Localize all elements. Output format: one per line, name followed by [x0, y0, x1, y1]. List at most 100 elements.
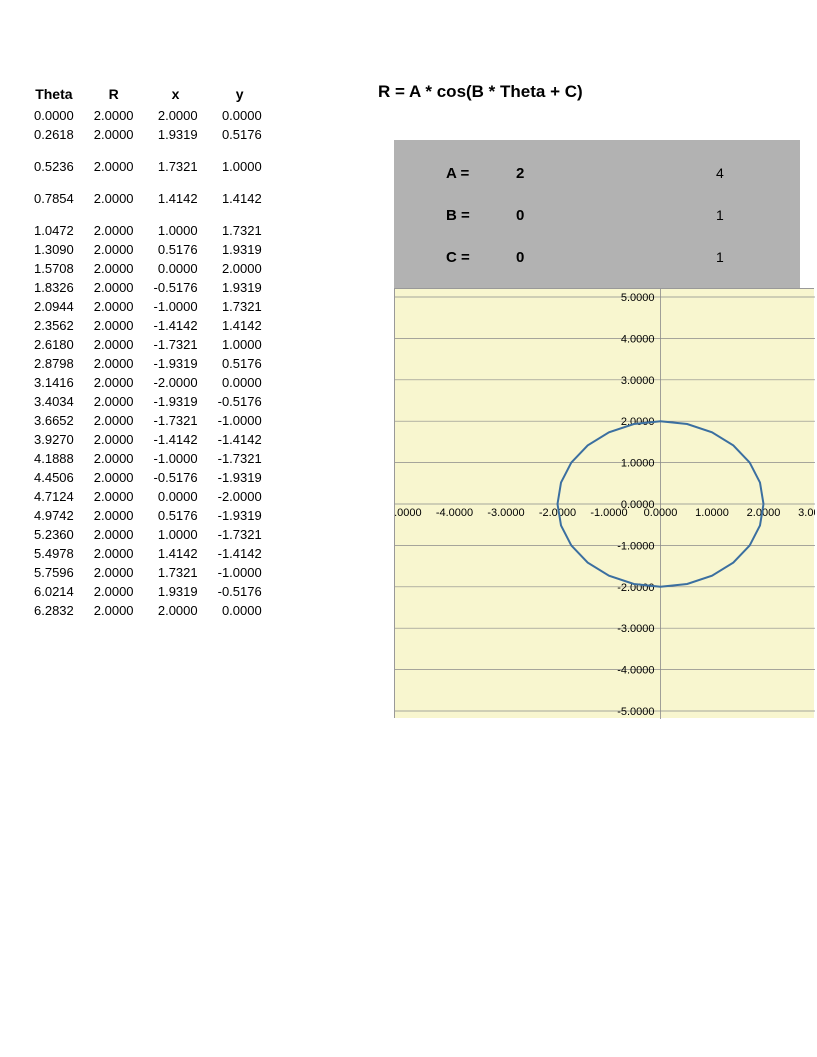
cell-x: 1.9319	[144, 125, 208, 144]
cell-theta: 6.2832	[24, 601, 84, 620]
cell-theta: 5.4978	[24, 544, 84, 563]
cell-x: 2.0000	[144, 106, 208, 125]
cell-y: -1.0000	[208, 411, 272, 430]
cell-x: 0.5176	[144, 240, 208, 259]
cell-y: 1.7321	[208, 297, 272, 316]
table-row: 2.87982.0000-1.93190.5176	[24, 354, 272, 373]
cell-theta: 4.1888	[24, 449, 84, 468]
svg-text:-5.0000: -5.0000	[617, 706, 654, 718]
xy-chart: 5.00004.00003.00002.00001.00000.0000-1.0…	[394, 288, 814, 718]
cell-y: -1.4142	[208, 430, 272, 449]
cell-r: 2.0000	[84, 563, 144, 582]
cell-y: 0.0000	[208, 373, 272, 392]
cell-x: 2.0000	[144, 601, 208, 620]
svg-text:-1.0000: -1.0000	[590, 507, 627, 519]
param-a-value: 2	[516, 165, 576, 182]
cell-y: 1.7321	[208, 208, 272, 240]
cell-y: 1.4142	[208, 176, 272, 208]
cell-x: -1.9319	[144, 354, 208, 373]
table-row: 3.92702.0000-1.4142-1.4142	[24, 430, 272, 449]
cell-r: 2.0000	[84, 392, 144, 411]
param-row-c: C = 0 1	[394, 236, 800, 278]
svg-text:0.0000: 0.0000	[644, 507, 678, 519]
cell-y: -2.0000	[208, 487, 272, 506]
cell-x: -1.4142	[144, 430, 208, 449]
svg-text:-3.0000: -3.0000	[487, 507, 524, 519]
cell-x: 0.5176	[144, 506, 208, 525]
cell-y: -0.5176	[208, 392, 272, 411]
svg-text:3.0000: 3.0000	[621, 375, 655, 387]
table-row: 1.57082.00000.00002.0000	[24, 259, 272, 278]
table-row: 5.49782.00001.4142-1.4142	[24, 544, 272, 563]
cell-theta: 6.0214	[24, 582, 84, 601]
cell-r: 2.0000	[84, 144, 144, 176]
cell-x: -0.5176	[144, 468, 208, 487]
cell-x: 1.4142	[144, 544, 208, 563]
cell-r: 2.0000	[84, 240, 144, 259]
cell-y: 1.0000	[208, 335, 272, 354]
table-row: 3.14162.0000-2.00000.0000	[24, 373, 272, 392]
table-row: 5.75962.00001.7321-1.0000	[24, 563, 272, 582]
cell-r: 2.0000	[84, 125, 144, 144]
cell-r: 2.0000	[84, 208, 144, 240]
cell-theta: 3.4034	[24, 392, 84, 411]
cell-theta: 5.7596	[24, 563, 84, 582]
cell-y: -1.9319	[208, 506, 272, 525]
table-row: 0.26182.00001.93190.5176	[24, 125, 272, 144]
cell-r: 2.0000	[84, 297, 144, 316]
table-row: 4.18882.0000-1.0000-1.7321	[24, 449, 272, 468]
svg-text:3.0000: 3.0000	[798, 507, 815, 519]
table-row: 5.23602.00001.0000-1.7321	[24, 525, 272, 544]
param-a-extra: 4	[716, 165, 724, 181]
formula-text: R = A * cos(B * Theta + C)	[378, 82, 583, 102]
cell-y: 1.0000	[208, 144, 272, 176]
cell-r: 2.0000	[84, 335, 144, 354]
cell-theta: 3.1416	[24, 373, 84, 392]
cell-r: 2.0000	[84, 468, 144, 487]
table-row: 0.00002.00002.00000.0000	[24, 106, 272, 125]
cell-r: 2.0000	[84, 278, 144, 297]
param-b-label: B =	[394, 207, 516, 224]
table-row: 4.45062.0000-0.5176-1.9319	[24, 468, 272, 487]
table-row: 1.30902.00000.51761.9319	[24, 240, 272, 259]
cell-x: -0.5176	[144, 278, 208, 297]
cell-r: 2.0000	[84, 411, 144, 430]
cell-theta: 5.2360	[24, 525, 84, 544]
table-row: 4.71242.00000.0000-2.0000	[24, 487, 272, 506]
svg-text:5.0000: 5.0000	[621, 292, 655, 304]
table-row: 1.83262.0000-0.51761.9319	[24, 278, 272, 297]
cell-r: 2.0000	[84, 106, 144, 125]
cell-theta: 4.7124	[24, 487, 84, 506]
table-row: 6.28322.00002.00000.0000	[24, 601, 272, 620]
cell-theta: 2.6180	[24, 335, 84, 354]
cell-x: -1.4142	[144, 316, 208, 335]
table-row: 2.61802.0000-1.73211.0000	[24, 335, 272, 354]
cell-y: 1.4142	[208, 316, 272, 335]
cell-r: 2.0000	[84, 525, 144, 544]
cell-x: 1.7321	[144, 144, 208, 176]
table-row: 0.78542.00001.41421.4142	[24, 176, 272, 208]
cell-theta: 1.3090	[24, 240, 84, 259]
cell-r: 2.0000	[84, 506, 144, 525]
col-y: y	[208, 84, 272, 106]
cell-x: 1.7321	[144, 563, 208, 582]
cell-x: -1.9319	[144, 392, 208, 411]
cell-x: 1.9319	[144, 582, 208, 601]
cell-theta: 0.2618	[24, 125, 84, 144]
table-row: 3.66522.0000-1.7321-1.0000	[24, 411, 272, 430]
cell-y: 1.9319	[208, 278, 272, 297]
cell-x: 1.0000	[144, 208, 208, 240]
cell-theta: 2.3562	[24, 316, 84, 335]
cell-r: 2.0000	[84, 544, 144, 563]
cell-y: -1.0000	[208, 563, 272, 582]
cell-x: 0.0000	[144, 259, 208, 278]
table-row: 3.40342.0000-1.9319-0.5176	[24, 392, 272, 411]
cell-theta: 3.9270	[24, 430, 84, 449]
param-b-value: 0	[516, 207, 576, 224]
cell-y: 2.0000	[208, 259, 272, 278]
cell-r: 2.0000	[84, 316, 144, 335]
table-row: 0.52362.00001.73211.0000	[24, 144, 272, 176]
cell-y: -1.7321	[208, 525, 272, 544]
svg-text:4.0000: 4.0000	[621, 333, 655, 345]
cell-x: -1.7321	[144, 335, 208, 354]
